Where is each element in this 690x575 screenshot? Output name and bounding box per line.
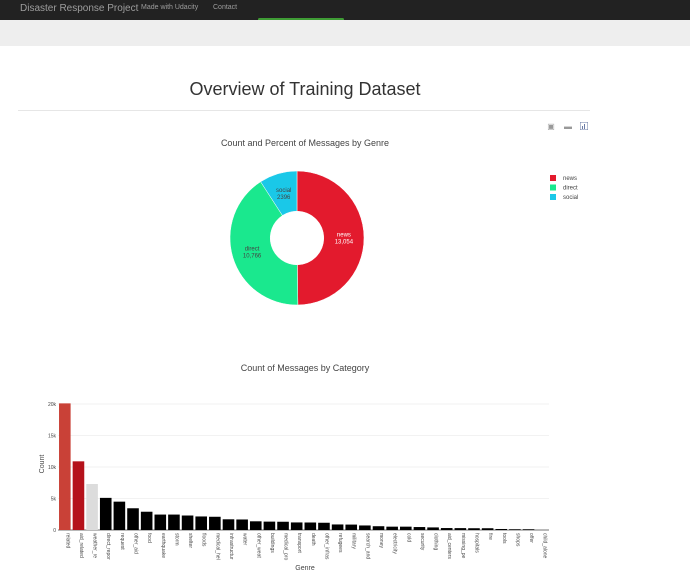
x-tick-label: medical_pro (283, 533, 289, 560)
bar-other_infras[interactable] (318, 522, 330, 530)
legend-swatch-direct (550, 184, 556, 191)
x-tick-label: fire (487, 533, 493, 540)
bar-weather_re[interactable] (86, 484, 98, 530)
x-tick-label: death (310, 533, 316, 546)
x-tick-label: cold (405, 533, 411, 542)
bar-related[interactable] (59, 403, 71, 530)
x-tick-label: infrastructur (228, 533, 234, 560)
x-tick-label: other_infras (323, 533, 329, 560)
x-tick-label: buildings (269, 533, 275, 553)
bar-chart-title: Count of Messages by Category (241, 363, 370, 373)
pie-slice-label: social (276, 188, 291, 194)
bar-hospitals[interactable] (468, 528, 480, 530)
bar-request[interactable] (113, 501, 126, 530)
bar-storm[interactable] (168, 514, 180, 530)
x-tick-label: child_alone (542, 533, 548, 559)
x-tick-label: water (242, 533, 248, 546)
bar-death[interactable] (304, 522, 317, 530)
bar-other_weat[interactable] (249, 521, 262, 530)
bar-clothing[interactable] (427, 527, 439, 530)
x-tick-label: weather_re (92, 533, 98, 558)
x-tick-label: request (119, 533, 125, 550)
pie-slice-value: 2396 (277, 195, 291, 201)
pie-slice-value: 13,054 (335, 240, 354, 246)
legend-swatch-social (550, 194, 556, 200)
bar-other_aid[interactable] (127, 508, 139, 530)
y-tick-label: 5k (51, 497, 57, 503)
bar-infrastructur[interactable] (222, 519, 235, 530)
x-tick-label: earthquake (160, 533, 166, 558)
x-tick-label: aid_related (78, 533, 84, 558)
bar-money[interactable] (372, 526, 385, 530)
pie-legend[interactable]: news direct social (550, 175, 578, 201)
bar-aid_centers[interactable] (440, 528, 453, 530)
bar-floods[interactable] (195, 516, 208, 530)
x-tick-label: shelter (187, 533, 193, 548)
category-bar-chart: Count of Messages by Category 0 5k 10k 15k 2… (39, 363, 549, 572)
x-tick-label: other_aid (133, 533, 139, 554)
bar-aid_related[interactable] (72, 461, 85, 530)
bar-security[interactable] (413, 527, 426, 530)
bar-tools[interactable] (495, 528, 508, 530)
y-tick-label: 10k (48, 465, 57, 471)
bar-buildings[interactable] (263, 521, 276, 530)
y-axis-title: Count (39, 455, 46, 474)
bar-military[interactable] (345, 524, 358, 530)
bar-medical_hel[interactable] (209, 516, 221, 530)
bar-fire[interactable] (481, 528, 494, 530)
x-tick-label: security (419, 533, 425, 551)
x-tick-label: clothing (433, 533, 439, 550)
bar-transport[interactable] (290, 522, 303, 530)
x-tick-label: money (378, 533, 384, 549)
pie-chart-title: Count and Percent of Messages by Genre (221, 138, 389, 148)
x-tick-label: refugees (337, 533, 343, 553)
x-tick-label: floods (201, 533, 207, 547)
x-tick-label: related (64, 533, 70, 549)
x-tick-label: food (146, 533, 152, 543)
legend-swatch-news (550, 175, 556, 181)
pie-slice-news[interactable] (296, 170, 365, 306)
x-tick-label: other_weat (255, 533, 261, 558)
bar-cold[interactable] (399, 526, 412, 530)
x-axis-title: Genre (295, 565, 315, 572)
y-tick-label: 0 (53, 528, 56, 534)
x-tick-label: aid_centers (446, 533, 452, 559)
legend-label-direct: direct (563, 186, 578, 192)
bar-refugees[interactable] (331, 524, 344, 530)
x-tick-label: medical_hel (214, 533, 220, 560)
y-tick-label: 20k (48, 402, 57, 408)
bar-offer[interactable] (522, 529, 535, 530)
x-tick-label: shops (514, 533, 520, 547)
x-tick-label: direct_repor (105, 533, 111, 560)
x-tick-label: search_and (364, 533, 370, 559)
genre-pie-chart: Count and Percent of Messages by Genre n… (221, 138, 578, 306)
bar-electricity[interactable] (386, 526, 398, 530)
pie-slice-label: direct (245, 247, 260, 253)
bar-food[interactable] (140, 511, 153, 530)
bar-shelter[interactable] (181, 515, 194, 530)
x-tick-label: missing_pe (460, 533, 466, 559)
bar-missing_pe[interactable] (454, 528, 467, 530)
x-tick-label: tools (501, 533, 507, 544)
legend-label-social: social (563, 195, 578, 201)
bar-medical_pro[interactable] (277, 521, 289, 530)
bar-shops[interactable] (509, 529, 521, 530)
x-tick-label: offer (528, 533, 534, 543)
bar-earthquake[interactable] (154, 514, 167, 530)
x-tick-label: transport (296, 533, 302, 553)
bar-direct_repor[interactable] (99, 497, 112, 530)
bar-water[interactable] (236, 519, 248, 530)
pie-slice-label: news (337, 233, 351, 239)
y-tick-label: 15k (48, 434, 57, 440)
charts-canvas: Count and Percent of Messages by Genre n… (39, 138, 578, 572)
x-tick-label: military (351, 533, 357, 549)
x-tick-label: storm (173, 533, 179, 546)
legend-label-news: news (563, 176, 577, 182)
bar-search_and[interactable] (359, 525, 371, 530)
x-tick-label: hospitals (473, 533, 479, 553)
x-tick-label: electricity (392, 533, 398, 554)
pie-slice-value: 10,766 (243, 254, 262, 260)
